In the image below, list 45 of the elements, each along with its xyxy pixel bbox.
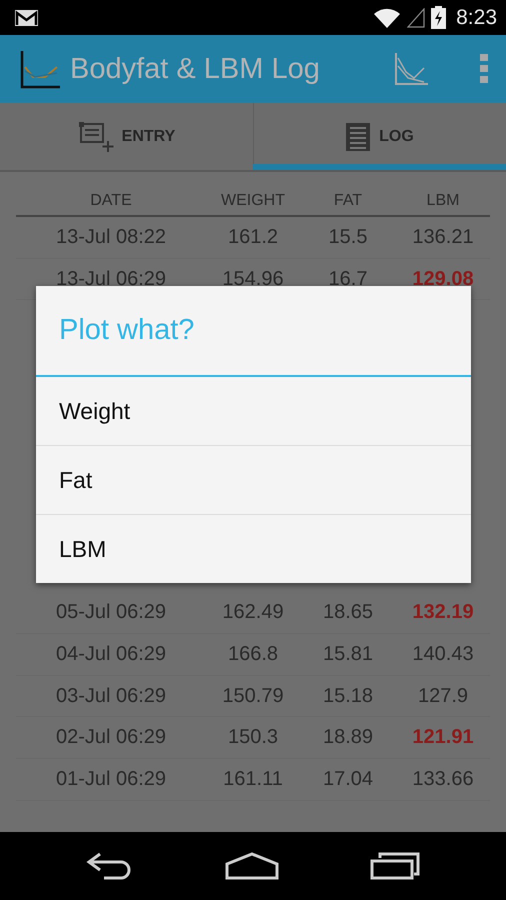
list-icon — [345, 122, 372, 152]
lbm-cell-text: 136.21 — [411, 226, 475, 249]
battery-charging-icon — [431, 6, 446, 29]
app-title: Bodyfat & LBM Log — [70, 52, 321, 86]
dialog-title: Plot what? — [36, 286, 471, 377]
weight-cell-text: 150.79 — [221, 684, 285, 708]
mail-icon — [14, 8, 39, 26]
signal-icon — [407, 8, 426, 28]
fat-cell-text: 18.65 — [322, 601, 374, 624]
lbm-cell-text: 121.91 — [411, 726, 475, 750]
fat-cell-text: 15.5 — [328, 226, 368, 249]
fat-cell-text: 17.04 — [322, 768, 374, 791]
lbm-cell-text: 127.9 — [416, 684, 470, 708]
date-cell-text: 04-Jul 06:29 — [54, 642, 168, 666]
fat-cell-text: 15.81 — [322, 642, 374, 666]
date-cell-text: 02-Jul 06:29 — [54, 726, 168, 750]
date-cell-text: 03-Jul 06:29 — [54, 684, 168, 708]
add-entry-icon — [78, 120, 114, 152]
app-logo-icon — [20, 49, 60, 89]
weight-cell-text: 166.8 — [226, 642, 280, 666]
fat-cell-text: 15.18 — [322, 684, 374, 708]
date-cell-text: 13-Jul 08:22 — [54, 226, 168, 249]
column-header: FAT — [332, 192, 364, 210]
weight-cell-text: 150.3 — [226, 726, 280, 750]
plot-option[interactable]: Fat — [36, 445, 471, 514]
weight-cell-text: 161.2 — [226, 226, 280, 249]
weight-cell-text: 161.11 — [222, 768, 284, 791]
clock-time: 8:23 — [456, 6, 497, 30]
plot-option[interactable]: LBM — [36, 514, 471, 583]
wifi-icon — [373, 6, 402, 28]
date-cell-text: 05-Jul 06:29 — [54, 601, 168, 624]
column-header: DATE — [89, 192, 133, 210]
lbm-cell-text: 132.19 — [411, 601, 475, 624]
recents-icon[interactable] — [370, 852, 420, 880]
date-cell-text: 01-Jul 06:29 — [54, 768, 168, 791]
weight-cell-text: 162.49 — [221, 601, 285, 624]
column-header: WEIGHT — [220, 192, 286, 210]
lbm-cell-text: 140.43 — [411, 642, 475, 666]
fat-cell-text: 18.89 — [322, 726, 374, 750]
tab-label: ENTRY — [122, 128, 176, 146]
plot-option[interactable]: Weight — [36, 377, 471, 445]
tab-label: LOG — [379, 128, 414, 146]
home-icon[interactable] — [224, 852, 279, 880]
lbm-cell-text: 133.66 — [411, 768, 475, 791]
column-header: LBM — [426, 192, 460, 210]
